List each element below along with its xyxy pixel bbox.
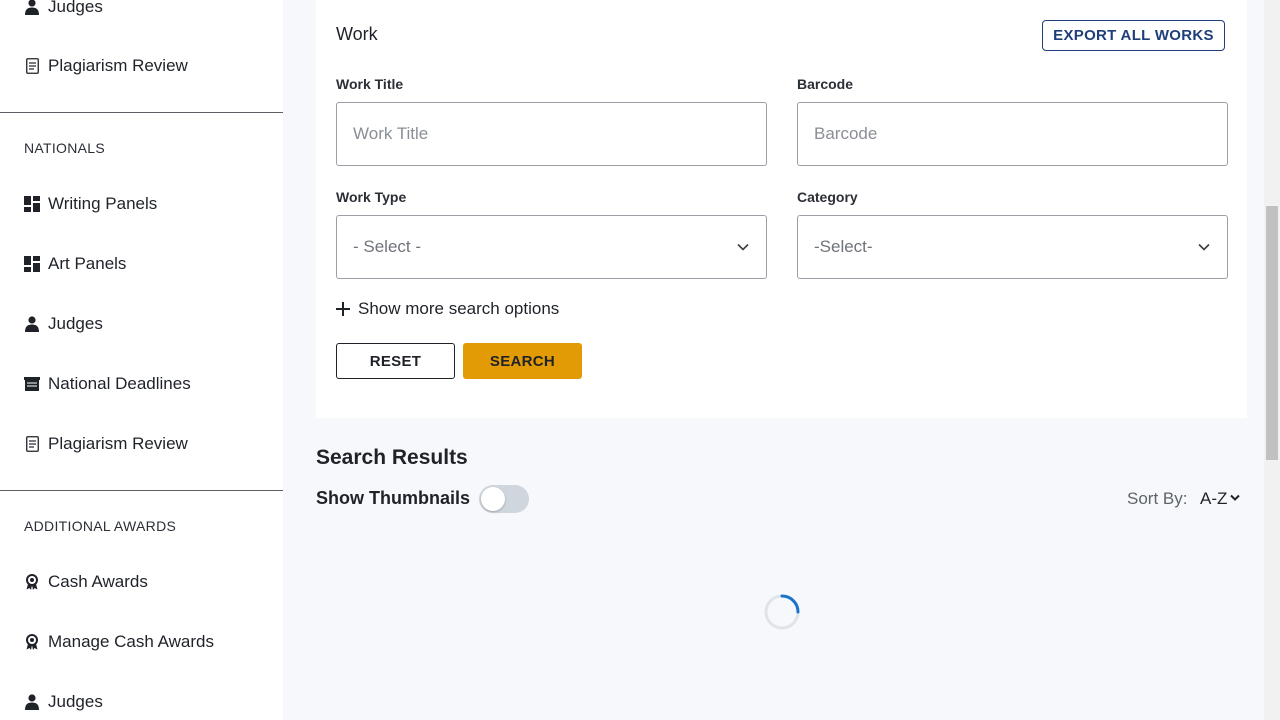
sidebar-item-art-panels[interactable]: Art Panels bbox=[24, 252, 126, 276]
sidebar-item-plagiarism-review[interactable]: Plagiarism Review bbox=[24, 432, 188, 456]
sidebar-item-label: Plagiarism Review bbox=[48, 434, 188, 453]
sidebar-item-judges-nationals[interactable]: Judges bbox=[24, 312, 103, 336]
award-icon bbox=[24, 634, 40, 650]
work-type-selected-value: - Select - bbox=[353, 237, 422, 256]
sidebar-item-label: Manage Cash Awards bbox=[48, 632, 215, 651]
sidebar-divider bbox=[0, 490, 283, 491]
reset-button[interactable]: RESET bbox=[336, 343, 455, 379]
sort-by-value: A-Z bbox=[1200, 489, 1228, 508]
section-title-work: Work bbox=[336, 24, 378, 44]
grid-icon bbox=[24, 196, 40, 212]
show-thumbnails-toggle[interactable] bbox=[479, 485, 529, 513]
category-select[interactable]: -Select- bbox=[797, 215, 1228, 279]
sidebar-item-judges-awards[interactable]: Judges bbox=[24, 690, 103, 714]
chevron-down-icon bbox=[1230, 494, 1241, 504]
section-heading-nationals: NATIONALS bbox=[24, 140, 106, 156]
sidebar-item-cash-awards[interactable]: Cash Awards bbox=[24, 570, 148, 594]
person-icon bbox=[24, 316, 40, 332]
sidebar-item-plagiarism-review-top[interactable]: Plagiarism Review bbox=[24, 54, 188, 78]
scrollbar-thumb[interactable] bbox=[1266, 206, 1278, 460]
section-heading-additional-awards: ADDITIONAL AWARDS bbox=[24, 518, 177, 534]
document-icon bbox=[24, 436, 40, 452]
toggle-knob bbox=[481, 487, 505, 511]
sidebar-item-writing-panels[interactable]: Writing Panels bbox=[24, 192, 157, 216]
sidebar-gutter bbox=[283, 0, 300, 720]
work-type-label: Work Type bbox=[336, 189, 407, 205]
sidebar-divider bbox=[0, 112, 283, 113]
sidebar-item-label: Judges bbox=[48, 0, 103, 16]
document-icon bbox=[24, 58, 40, 74]
category-selected-value: -Select- bbox=[814, 237, 873, 256]
sort-by-select[interactable]: A-Z bbox=[1200, 489, 1241, 509]
sidebar-item-judges-top[interactable]: Judges bbox=[24, 0, 103, 19]
work-search-panel bbox=[316, 0, 1247, 418]
show-thumbnails-label: Show Thumbnails bbox=[316, 488, 471, 508]
show-more-search-options-label: Show more search options bbox=[358, 299, 560, 318]
sidebar-item-label: Writing Panels bbox=[48, 194, 158, 213]
show-more-search-options-link[interactable]: Show more search options bbox=[336, 298, 559, 320]
chevron-down-icon bbox=[1197, 240, 1211, 254]
plus-icon bbox=[336, 302, 350, 316]
award-icon bbox=[24, 574, 40, 590]
sidebar-item-label: Judges bbox=[48, 692, 103, 711]
sidebar-item-manage-cash-awards[interactable]: Manage Cash Awards bbox=[24, 630, 214, 654]
sidebar: Judges Plagiarism Review NATIONALS Writi… bbox=[0, 0, 283, 720]
loading-spinner-icon bbox=[763, 593, 801, 631]
person-icon bbox=[24, 0, 40, 15]
grid-icon bbox=[24, 256, 40, 272]
search-results-title: Search Results bbox=[316, 446, 468, 469]
category-label: Category bbox=[797, 189, 858, 205]
chevron-down-icon bbox=[736, 240, 750, 254]
sidebar-item-label: National Deadlines bbox=[48, 374, 191, 393]
calendar-icon bbox=[24, 376, 40, 392]
work-title-input[interactable] bbox=[336, 102, 767, 166]
work-title-label: Work Title bbox=[336, 76, 404, 92]
sidebar-item-label: Art Panels bbox=[48, 254, 127, 273]
sidebar-item-label: Cash Awards bbox=[48, 572, 148, 591]
barcode-label: Barcode bbox=[797, 76, 854, 92]
sidebar-item-national-deadlines[interactable]: National Deadlines bbox=[24, 372, 191, 396]
person-icon bbox=[24, 694, 40, 710]
sidebar-item-label: Judges bbox=[48, 314, 103, 333]
sidebar-item-label: Plagiarism Review bbox=[48, 56, 188, 75]
barcode-input[interactable] bbox=[797, 102, 1228, 166]
sort-by-label: Sort By: bbox=[1127, 489, 1188, 508]
export-all-works-button[interactable]: EXPORT ALL WORKS bbox=[1042, 20, 1225, 51]
work-type-select[interactable]: - Select - bbox=[336, 215, 767, 279]
search-button[interactable]: SEARCH bbox=[463, 343, 582, 379]
